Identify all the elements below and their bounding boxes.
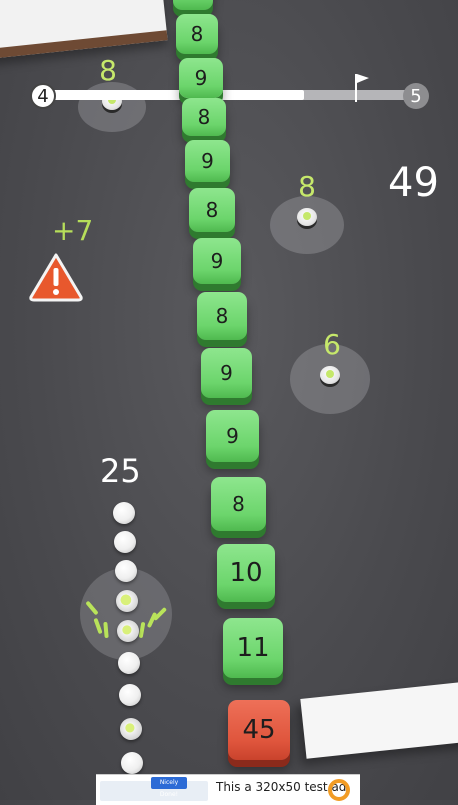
- block: 8: [176, 14, 218, 54]
- block: 8: [182, 98, 226, 136]
- block: 8: [211, 477, 266, 531]
- snake-ball: [115, 560, 137, 582]
- snake-length: 25: [100, 452, 141, 490]
- pickup-ball: [320, 366, 340, 384]
- block: 10: [217, 544, 275, 602]
- score: 49: [388, 160, 439, 206]
- ad-text: This a 320x50 test ad: [216, 780, 347, 794]
- snake-ball: [119, 684, 141, 706]
- wall-bottom-right: [300, 681, 458, 759]
- current-level: 4: [30, 83, 56, 109]
- block-red: 45: [228, 700, 290, 760]
- pickup-value: 6: [323, 328, 341, 361]
- block: 9: [185, 140, 230, 182]
- snake-head: [116, 590, 138, 612]
- ad-badge: Nicely Done!: [151, 777, 187, 798]
- ad-logo-icon: [328, 779, 350, 801]
- ad-banner[interactable]: Nicely Done! This a 320x50 test ad: [96, 774, 360, 805]
- block: 9: [201, 348, 252, 398]
- block: 8: [189, 188, 235, 232]
- snake-ball: [118, 652, 140, 674]
- block: 8: [197, 292, 247, 340]
- snake-ball: [114, 531, 136, 553]
- block: 11: [223, 618, 283, 678]
- snake-ball: [113, 502, 135, 524]
- next-level: 5: [403, 83, 429, 109]
- warning-icon: [29, 253, 83, 302]
- snake-ball: [121, 752, 143, 774]
- block: 9: [179, 58, 223, 98]
- pickup-value: 8: [99, 54, 117, 87]
- pickup-ball: [297, 208, 317, 226]
- block: 8: [173, 0, 213, 10]
- wall-top-left: [0, 0, 168, 60]
- block: 9: [206, 410, 259, 462]
- snake-ball: [120, 718, 142, 740]
- block: 9: [193, 238, 241, 284]
- level-progress-fill: [42, 90, 304, 100]
- flag-icon: [355, 74, 369, 102]
- pickup-value: 8: [298, 170, 316, 203]
- snake-ball: [117, 620, 139, 642]
- bonus-text: +7: [52, 214, 94, 247]
